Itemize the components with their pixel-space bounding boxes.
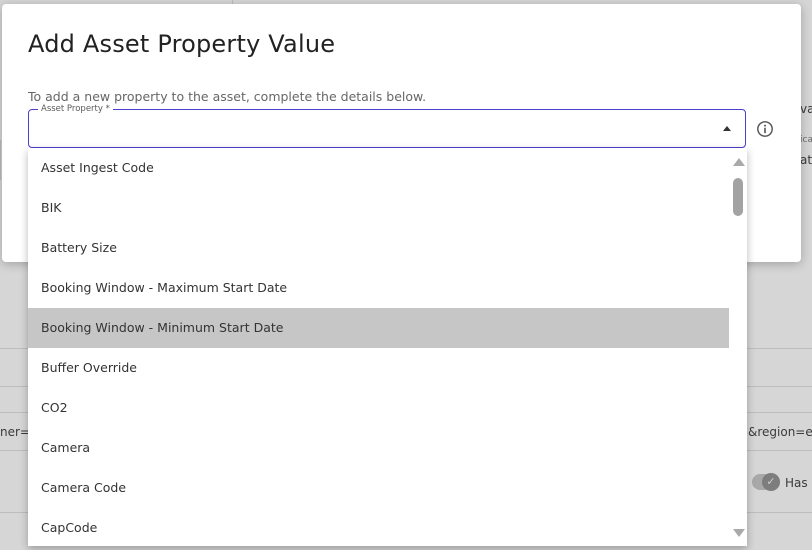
info-circle-icon[interactable] (756, 120, 774, 138)
scroll-up-arrow-icon[interactable] (733, 158, 745, 166)
asset-property-dropdown: Asset Ingest Code BIK Battery Size Booki… (28, 148, 747, 546)
dropdown-option[interactable]: Camera Code (28, 468, 729, 508)
asset-property-input[interactable] (39, 118, 713, 142)
bg-text-fragment: at (800, 153, 812, 167)
dropdown-option[interactable]: Asset Ingest Code (28, 148, 729, 188)
asset-property-select[interactable]: Asset Property * (28, 104, 746, 148)
dropdown-scrollbar[interactable] (729, 148, 747, 546)
dropdown-option-highlighted[interactable]: Booking Window - Minimum Start Date (28, 308, 729, 348)
bg-toggle-label: Has (785, 476, 808, 490)
dropdown-option[interactable]: Camera (28, 428, 729, 468)
dialog-description: To add a new property to the asset, comp… (28, 89, 427, 104)
bg-text-fragment: ica (800, 135, 812, 145)
bg-text-fragment: va (800, 102, 812, 116)
caret-up-icon[interactable] (723, 126, 731, 131)
dropdown-option[interactable]: CO2 (28, 388, 729, 428)
dropdown-option[interactable]: Buffer Override (28, 348, 729, 388)
dropdown-option[interactable]: Battery Size (28, 228, 729, 268)
bg-url-fragment-right: &region=eu (748, 425, 812, 439)
scroll-down-arrow-icon[interactable] (733, 529, 745, 537)
dropdown-option[interactable]: Booking Window - Maximum Start Date (28, 268, 729, 308)
bg-divider (0, 140, 1, 180)
asset-property-label: Asset Property * (38, 104, 113, 114)
dropdown-option[interactable]: CapCode (28, 508, 729, 546)
scrollbar-thumb[interactable] (733, 178, 743, 216)
check-icon: ✓ (762, 473, 780, 491)
dialog-title: Add Asset Property Value (28, 30, 336, 58)
bg-toggle: ✓ (752, 473, 780, 491)
dropdown-option[interactable]: BIK (28, 188, 729, 228)
